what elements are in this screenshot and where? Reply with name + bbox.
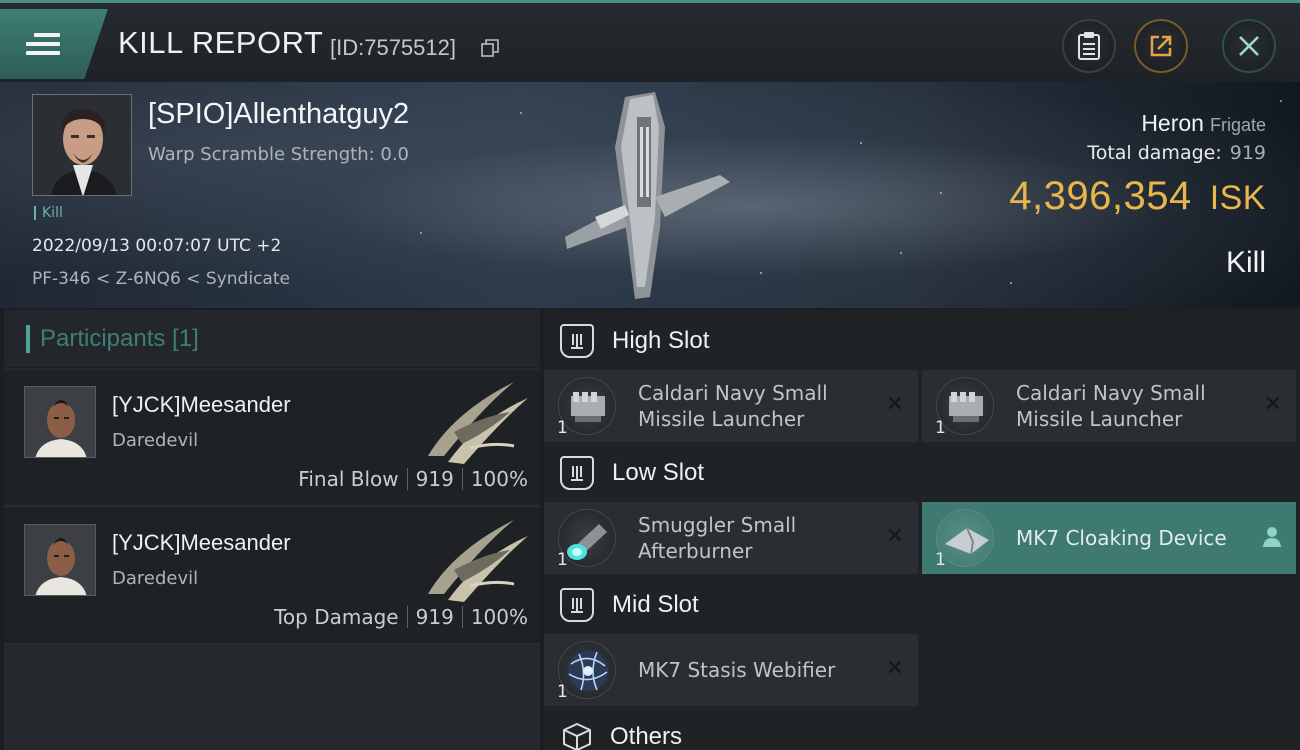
total-damage-label: Total damage: — [1087, 142, 1222, 164]
module-name: Caldari Navy Small Missile Launcher — [638, 381, 828, 431]
participant-role: Top Damage — [274, 605, 399, 629]
module-name: MK7 Stasis Webifier — [638, 658, 836, 682]
kill-tag: Kill — [34, 206, 63, 220]
slot-icon — [560, 456, 594, 490]
participant-percent: 100% — [470, 467, 528, 491]
kill-result: Kill — [1225, 246, 1266, 279]
user-icon[interactable] — [1262, 526, 1282, 548]
slot-icon — [560, 324, 594, 358]
participant-ship-image — [428, 520, 528, 602]
share-icon — [1150, 35, 1172, 57]
module-item[interactable]: 1 MK7 Stasis Webifier ✕ — [544, 634, 918, 706]
module-quantity: 1 — [935, 418, 946, 438]
module-quantity: 1 — [935, 550, 946, 570]
ship-class: Frigate — [1209, 115, 1266, 135]
kill-location[interactable]: PF-346 < Z-6NQ6 < Syndicate — [32, 269, 290, 289]
module-quantity: 1 — [557, 682, 568, 702]
participant-ship: Daredevil — [112, 430, 199, 451]
participants-title: Participants [1] — [40, 324, 199, 352]
isk-value: 4,396,354 ISK — [1009, 174, 1266, 219]
participant-stats: Top Damage 919 100% — [274, 605, 528, 629]
cube-icon — [563, 722, 591, 750]
page-title: KILL REPORT — [118, 25, 324, 60]
participant-role: Final Blow — [298, 467, 399, 491]
clipboard-icon — [1078, 32, 1100, 60]
kill-date: 2022/09/13 00:07:07 UTC +2 — [32, 236, 282, 256]
module-name: Smuggler Small Afterburner — [638, 513, 797, 563]
victim-ship-image — [565, 92, 730, 299]
total-damage-value: 919 — [1229, 142, 1266, 164]
close-button[interactable] — [1222, 19, 1276, 73]
isk-amount: 4,396,354 — [1009, 174, 1192, 218]
module-quantity: 1 — [557, 418, 568, 438]
participants-panel: Participants [1] [YJCK]Meesander Daredev… — [4, 310, 540, 750]
victim-name[interactable]: [SPIO]Allenthatguy2 — [148, 98, 409, 131]
total-damage: Total damage: 919 — [1087, 142, 1266, 164]
participant-stats: Final Blow 919 100% — [298, 467, 528, 491]
kill-id: [ID:7575512] — [330, 35, 456, 60]
victim-avatar[interactable] — [32, 94, 132, 196]
destroyed-icon: ✕ — [885, 524, 904, 549]
participant-avatar[interactable] — [24, 524, 96, 596]
participant-avatar[interactable] — [24, 386, 96, 458]
others-header: Others — [544, 708, 1300, 750]
participant-damage: 919 — [415, 605, 454, 629]
module-item[interactable]: 1 MK7 Cloaking Device — [922, 502, 1296, 574]
slot-icon — [560, 588, 594, 622]
menu-button[interactable] — [0, 9, 108, 79]
participant-name[interactable]: [YJCK]Meesander — [112, 530, 291, 556]
low-slot-header: Low Slot — [544, 444, 1300, 502]
close-icon — [1239, 36, 1259, 56]
participant-name[interactable]: [YJCK]Meesander — [112, 392, 291, 418]
top-bar: KILL REPORT [ID:7575512] — [0, 0, 1300, 82]
destroyed-icon: ✕ — [885, 656, 904, 681]
participant-ship: Daredevil — [112, 568, 199, 589]
destroyed-icon: ✕ — [885, 392, 904, 417]
isk-unit: ISK — [1209, 179, 1266, 217]
victim-panel: [SPIO]Allenthatguy2 Warp Scramble Streng… — [0, 82, 1300, 308]
report-button[interactable] — [1062, 19, 1116, 73]
participants-header: Participants [1] — [4, 310, 540, 368]
mid-slot-header: Mid Slot — [544, 576, 1300, 634]
module-name: MK7 Cloaking Device — [1016, 526, 1227, 550]
module-item[interactable]: 1 Smuggler Small Afterburner ✕ — [544, 502, 918, 574]
hamburger-icon — [26, 28, 60, 60]
high-slot-title: High Slot — [612, 327, 710, 354]
module-item[interactable]: 1 Caldari Navy Small Missile Launcher ✕ — [544, 370, 918, 442]
fitting-panel: High Slot 1 Caldari Navy Small Missile L… — [544, 310, 1300, 750]
mid-slot-title: Mid Slot — [612, 591, 699, 618]
module-name: Caldari Navy Small Missile Launcher — [1016, 381, 1206, 431]
warp-scramble-strength: Warp Scramble Strength: 0.0 — [148, 144, 410, 165]
participant-row[interactable]: [YJCK]Meesander Daredevil Final Blow 919… — [4, 370, 540, 506]
module-quantity: 1 — [557, 550, 568, 570]
destroyed-icon: ✕ — [1263, 392, 1282, 417]
ship-name: Heron — [1141, 110, 1204, 136]
low-slot-title: Low Slot — [612, 459, 705, 486]
participant-ship-image — [428, 382, 528, 464]
share-button[interactable] — [1134, 19, 1188, 73]
copy-icon[interactable] — [481, 39, 499, 57]
others-title: Others — [610, 723, 683, 750]
high-slot-header: High Slot — [544, 312, 1300, 370]
participant-damage: 919 — [415, 467, 454, 491]
module-item[interactable]: 1 Caldari Navy Small Missile Launcher ✕ — [922, 370, 1296, 442]
victim-ship[interactable]: Heron Frigate — [1141, 110, 1266, 137]
participant-row[interactable]: [YJCK]Meesander Daredevil Top Damage 919… — [4, 508, 540, 644]
participant-percent: 100% — [470, 605, 528, 629]
